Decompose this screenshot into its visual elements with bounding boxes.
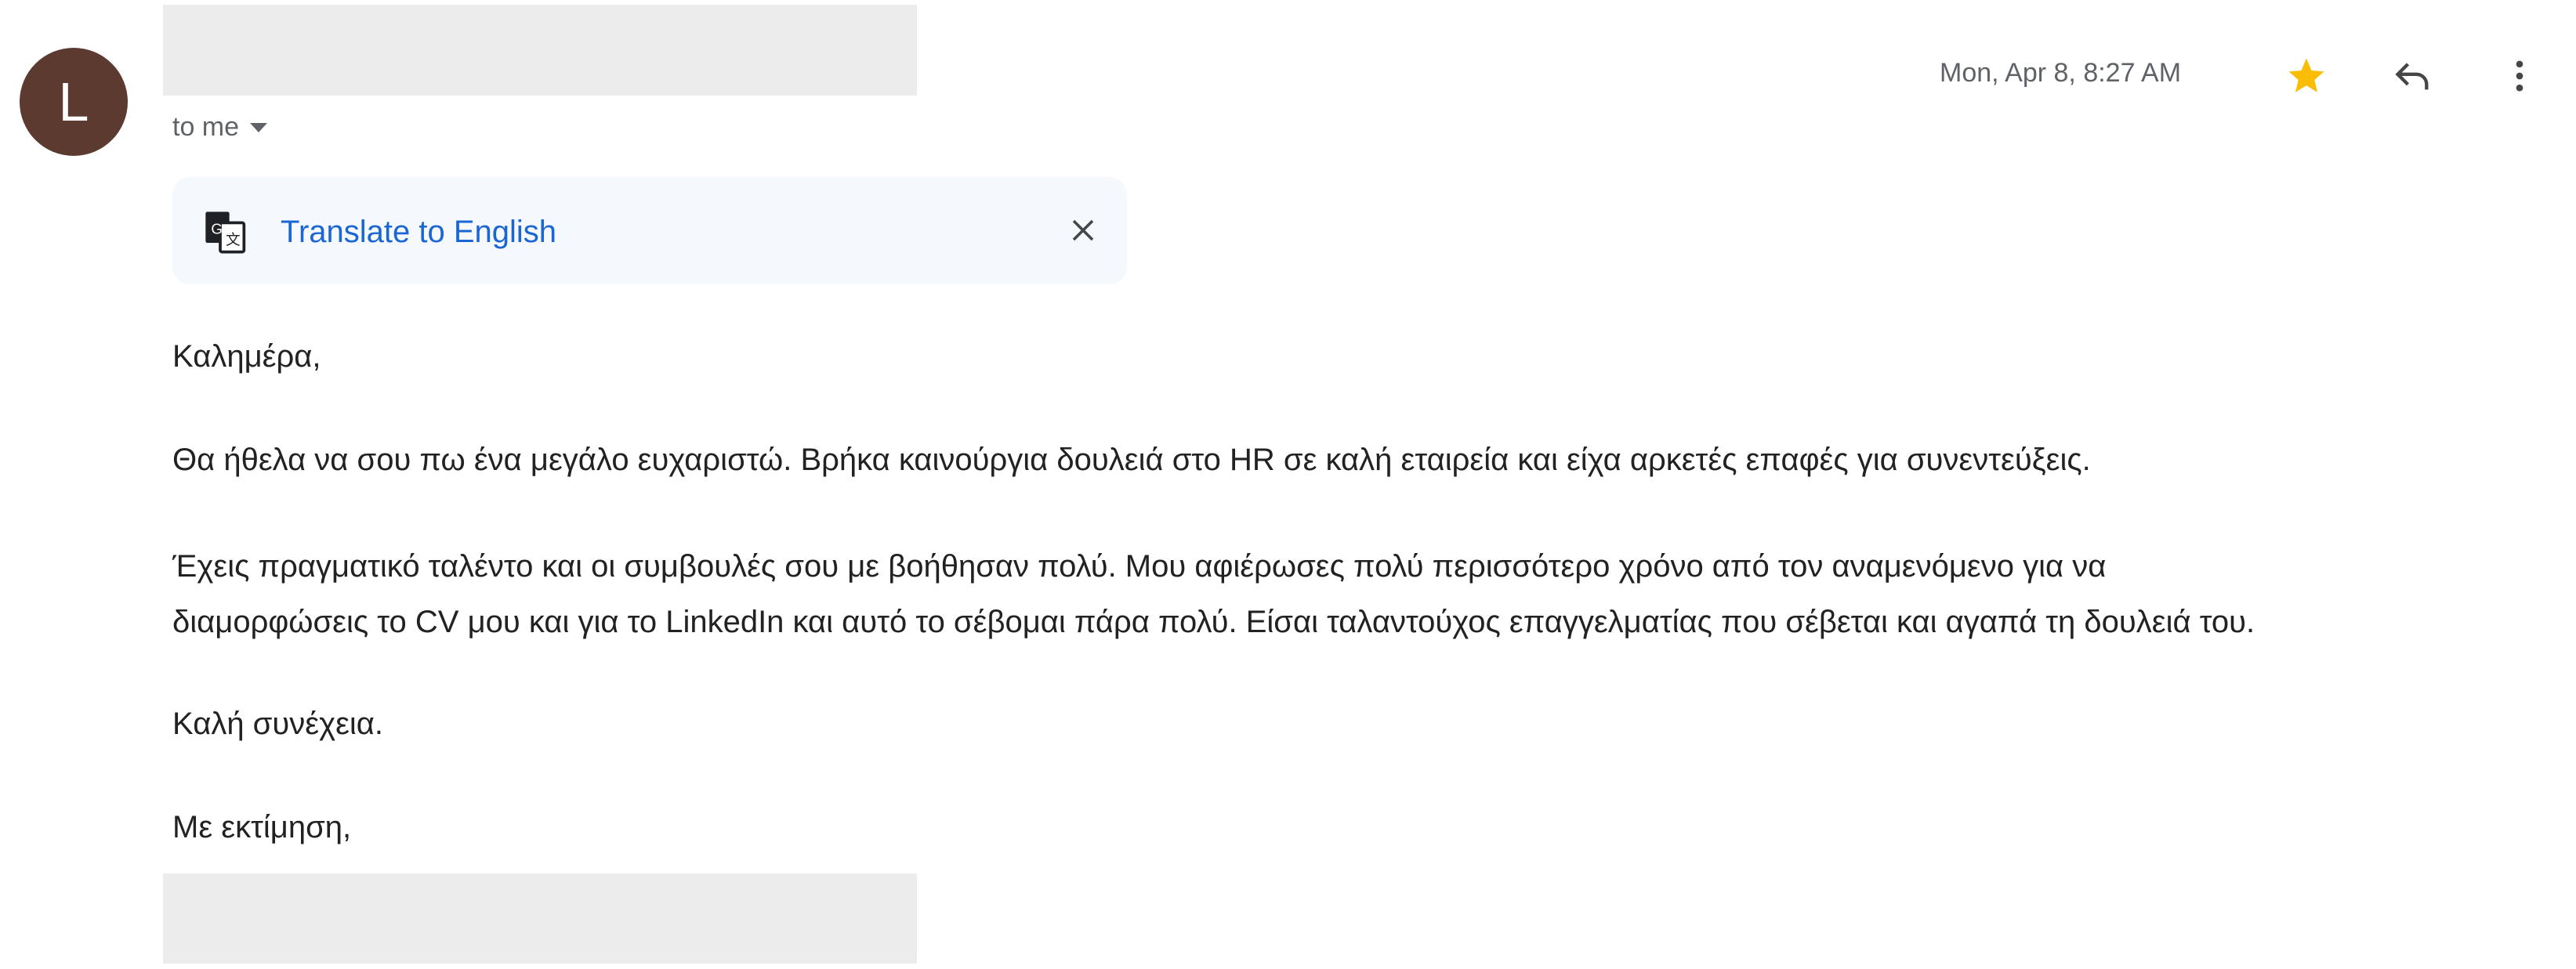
body-closing: Καλή συνέχεια. <box>172 707 384 741</box>
svg-text:文: 文 <box>226 231 241 248</box>
translate-to-english-link[interactable]: Translate to English <box>281 215 556 250</box>
email-date: Mon, Apr 8, 8:27 AM <box>1940 58 2182 88</box>
sender-avatar[interactable]: L <box>20 48 128 156</box>
close-translate-button[interactable] <box>1058 205 1108 255</box>
star-button[interactable] <box>2279 49 2334 103</box>
body-paragraph-1: Θα ήθελα να σου πω ένα μεγάλο ευχαριστώ.… <box>172 443 2091 477</box>
body-signoff: Με εκτίμηση, <box>172 810 352 844</box>
star-icon <box>2288 58 2324 92</box>
recipient-details-toggle[interactable]: to me <box>172 112 268 143</box>
redacted-signature <box>163 873 917 964</box>
more-options-button[interactable] <box>2492 49 2547 103</box>
translate-bar: G 文 Translate to English <box>172 177 1127 284</box>
redacted-sender-name <box>163 5 917 96</box>
translate-icon: G 文 <box>205 212 246 254</box>
recipient-label: to me <box>172 112 240 142</box>
body-paragraph-2-line-1: Έχεις πραγματικό ταλέντο και οι συμβουλέ… <box>172 549 2107 584</box>
body-greeting: Καλημέρα, <box>172 339 321 374</box>
body-paragraph-2-line-2: διαμορφώσεις το CV μου και για το Linked… <box>172 605 2255 639</box>
reply-icon <box>2395 63 2429 90</box>
close-icon <box>1072 219 1094 241</box>
caret-down-icon <box>250 122 268 132</box>
reply-button[interactable] <box>2386 49 2440 103</box>
avatar-letter: L <box>58 71 89 132</box>
more-vert-icon <box>2516 60 2523 92</box>
svg-text:G: G <box>211 220 223 237</box>
